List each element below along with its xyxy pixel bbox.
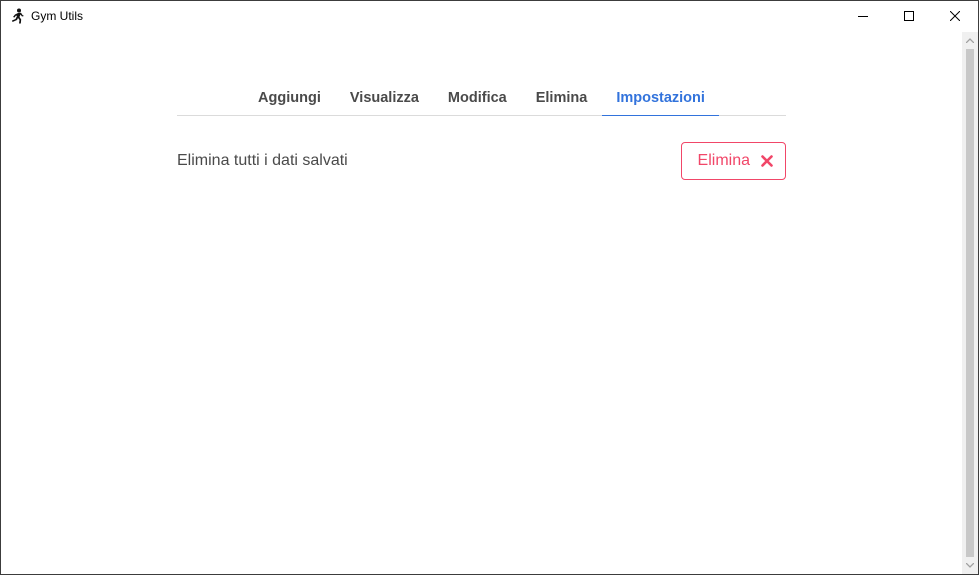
- runner-icon: [9, 8, 25, 24]
- setting-row-delete-all: Elimina tutti i dati salvati Elimina: [177, 141, 786, 181]
- tab-elimina[interactable]: Elimina: [521, 81, 602, 116]
- tab-impostazioni[interactable]: Impostazioni: [601, 81, 720, 116]
- close-icon: [949, 8, 961, 26]
- tab-visualizza[interactable]: Visualizza: [335, 81, 433, 116]
- tab-aggiungi[interactable]: Aggiungi: [244, 81, 336, 116]
- setting-label: Elimina tutti i dati salvati: [177, 152, 348, 169]
- delete-all-button[interactable]: Elimina: [680, 142, 786, 180]
- close-button[interactable]: [932, 1, 978, 32]
- window-controls: [840, 1, 978, 32]
- window-title: Gym Utils: [31, 9, 83, 23]
- title-bar[interactable]: Gym Utils: [1, 1, 978, 32]
- tab-modifica[interactable]: Modifica: [433, 81, 521, 116]
- minimize-button[interactable]: [840, 1, 886, 32]
- maximize-button[interactable]: [886, 1, 932, 32]
- delete-button-label: Elimina: [697, 152, 750, 169]
- scroll-down-arrow-icon[interactable]: [962, 557, 978, 574]
- scroll-thumb[interactable]: [966, 49, 974, 557]
- times-icon: [761, 155, 773, 167]
- main-content: Aggiungi Visualizza Modifica Elimina Imp…: [177, 81, 786, 181]
- minimize-icon: [858, 8, 868, 26]
- vertical-scrollbar[interactable]: [962, 32, 978, 574]
- maximize-icon: [904, 8, 914, 26]
- scroll-up-arrow-icon[interactable]: [962, 32, 978, 49]
- app-window: Gym Utils Aggiungi Visualizza Modifica E…: [0, 0, 979, 575]
- tab-bar: Aggiungi Visualizza Modifica Elimina Imp…: [177, 81, 786, 116]
